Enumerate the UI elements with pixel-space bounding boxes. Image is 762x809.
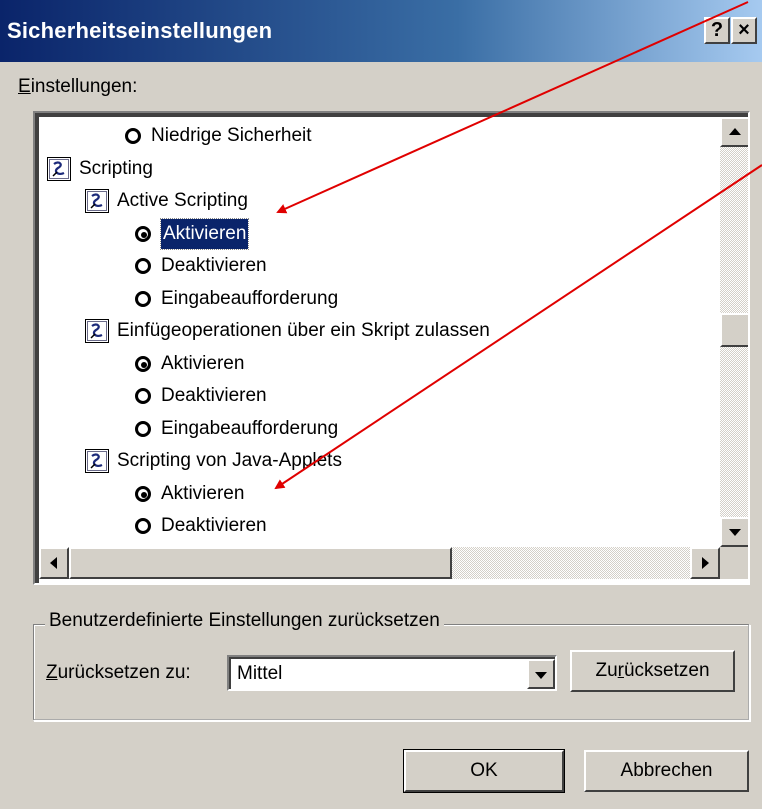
cancel-button[interactable]: Abbrechen	[584, 750, 749, 792]
radio-option[interactable]: Aktivieren	[39, 349, 689, 379]
radio-option[interactable]: Deaktivieren	[39, 251, 689, 281]
chevron-down-icon	[535, 672, 547, 679]
scroll-down-button[interactable]	[720, 517, 748, 547]
script-icon	[47, 156, 71, 181]
horizontal-scroll-thumb[interactable]	[69, 547, 452, 579]
radio-option[interactable]: Aktivieren	[39, 479, 689, 509]
radio-unchecked-icon[interactable]	[135, 420, 151, 437]
scroll-up-button[interactable]	[720, 117, 748, 147]
radio-checked-icon[interactable]	[135, 485, 151, 502]
radio-option[interactable]: Deaktivieren	[39, 511, 689, 541]
radio-option[interactable]: Aktivieren	[39, 217, 689, 250]
radio-unchecked-icon[interactable]	[135, 388, 151, 404]
settings-tree-list[interactable]: Niedrige Sicherheit Scripting Active Scrip…	[33, 111, 750, 585]
radio-unchecked-icon[interactable]	[135, 258, 151, 274]
ok-button[interactable]: OK	[403, 749, 565, 793]
radio-option-label: Niedrige Sicherheit	[151, 125, 312, 146]
radio-option-label: Deaktivieren	[161, 515, 267, 536]
radio-option-label: Eingabeaufforderung	[161, 287, 339, 309]
radio-option-label: Deaktivieren	[161, 385, 267, 406]
radio-option-label: Deaktivieren	[161, 255, 267, 276]
radio-checked-icon[interactable]	[135, 225, 151, 242]
reset-button[interactable]: Zurücksetzen	[570, 650, 735, 692]
reset-level-value: Mittel	[237, 663, 283, 684]
settings-label: Einstellungen:	[18, 76, 138, 97]
arrow-left-icon	[50, 557, 57, 569]
title-bar[interactable]: Sicherheitseinstellungen ? ×	[0, 0, 762, 62]
setting-category[interactable]: Scripting	[39, 154, 689, 184]
arrow-down-icon	[729, 529, 741, 536]
vertical-scrollbar[interactable]	[720, 117, 748, 547]
setting-category[interactable]: Active Scripting	[39, 186, 689, 216]
radio-checked-icon[interactable]	[135, 355, 151, 372]
radio-unchecked-icon[interactable]	[125, 128, 141, 144]
script-icon	[85, 449, 109, 473]
help-icon: ?	[710, 19, 724, 41]
arrow-right-icon	[702, 557, 709, 569]
close-button[interactable]: ×	[731, 17, 757, 44]
arrow-up-icon	[729, 128, 741, 135]
security-settings-dialog: Sicherheitseinstellungen ? × Einstellung…	[0, 0, 762, 809]
reset-to-label: Zurücksetzen zu:	[46, 662, 191, 683]
radio-option[interactable]: Eingabeaufforderung	[39, 414, 689, 444]
close-icon: ×	[738, 19, 750, 41]
script-icon	[85, 319, 109, 343]
setting-category-label: Active Scripting	[117, 190, 248, 211]
radio-option-label: Aktivieren	[161, 352, 245, 374]
radio-option-label: Aktivieren	[161, 482, 245, 504]
setting-category-label: Einfügeoperationen über ein Skript zulas…	[117, 320, 490, 341]
radio-unchecked-icon[interactable]	[135, 290, 151, 307]
setting-category-label: Scripting	[79, 157, 153, 179]
dropdown-button[interactable]	[527, 659, 555, 689]
reset-level-select[interactable]: Mittel	[227, 655, 557, 691]
vertical-scroll-thumb[interactable]	[720, 313, 748, 347]
radio-option-label: Eingabeaufforderung	[161, 417, 339, 439]
window-title: Sicherheitseinstellungen	[7, 18, 273, 43]
horizontal-scrollbar[interactable]	[39, 547, 720, 579]
script-icon	[85, 189, 109, 213]
setting-category[interactable]: Einfügeoperationen über ein Skript zulas…	[39, 316, 689, 346]
scroll-right-button[interactable]	[690, 547, 720, 579]
radio-option[interactable]: Niedrige Sicherheit	[39, 121, 689, 151]
radio-option-label: Aktivieren	[159, 217, 250, 250]
reset-group-title: Benutzerdefinierte Einstellungen zurücks…	[45, 610, 444, 632]
scrollbar-corner	[720, 547, 748, 579]
help-button[interactable]: ?	[704, 17, 730, 44]
setting-category-label: Scripting von Java-Applets	[117, 450, 342, 471]
setting-category[interactable]: Scripting von Java-Applets	[39, 446, 689, 476]
radio-unchecked-icon[interactable]	[135, 518, 151, 534]
radio-option[interactable]: Deaktivieren	[39, 381, 689, 411]
radio-option[interactable]: Eingabeaufforderung	[39, 284, 689, 314]
scroll-left-button[interactable]	[39, 547, 69, 579]
